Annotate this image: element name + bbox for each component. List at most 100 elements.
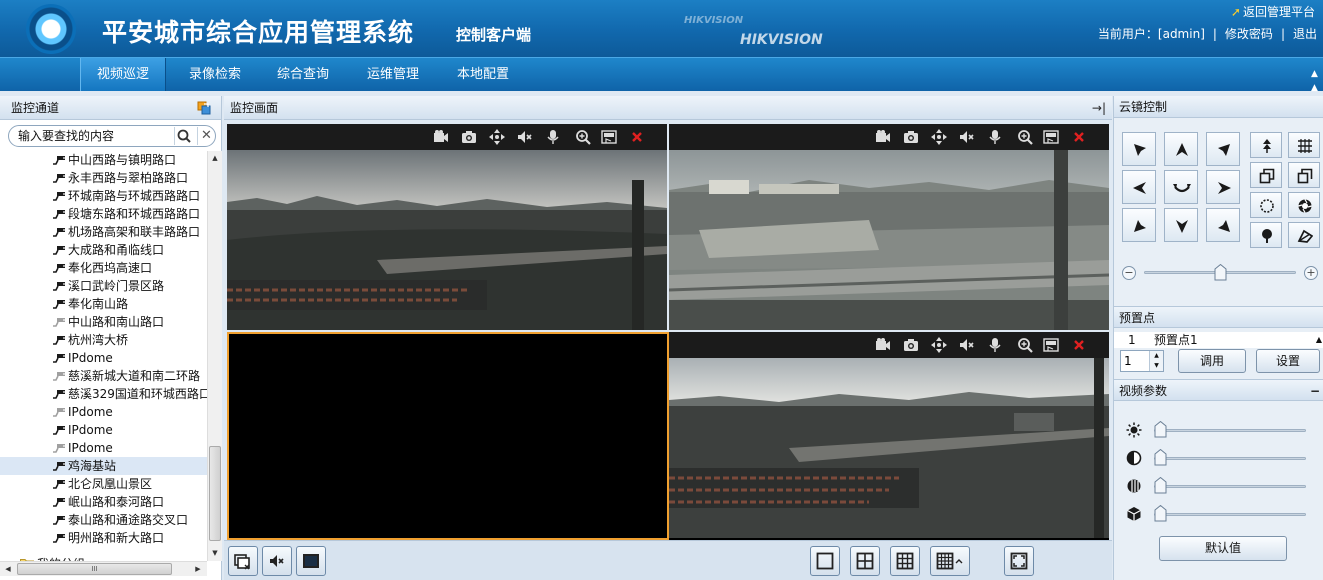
video-pane-4[interactable] [669,332,1109,540]
preset-list-row[interactable]: 1 预置点1 ▲ [1114,332,1323,348]
ptz-up-left-button[interactable] [1122,132,1156,166]
tree-vertical-scrollbar[interactable]: ▲ ▼ [207,151,222,561]
channel-item[interactable]: 段塘东路和环城西路路口 [0,205,207,223]
microphone-icon[interactable] [987,129,1003,145]
wiper-button[interactable] [1288,222,1320,248]
tree-horizontal-scrollbar[interactable]: ◀ III ▶ [0,561,207,576]
channel-item[interactable]: 慈溪329国道和环城西路口 [0,385,207,403]
ptz-up-right-button[interactable] [1206,132,1240,166]
channel-item[interactable]: IPdome [0,439,207,457]
logout-link[interactable]: 退出 [1293,27,1317,41]
channel-item[interactable]: 泰山路和通途路交叉口 [0,511,207,529]
saturation-track[interactable] [1154,485,1306,488]
ptz-speed-slider[interactable] [1214,264,1227,281]
snapshot-icon[interactable] [461,129,477,145]
reset-default-button[interactable]: 默认值 [1159,536,1287,561]
channel-item[interactable]: 鸡海基站 [0,457,207,475]
channel-item[interactable]: IPdome [0,349,207,367]
preset-number-input[interactable] [1124,353,1148,369]
close-icon[interactable] [1071,337,1087,353]
channel-item[interactable]: 机场路高架和联丰路路口 [0,223,207,241]
search-icon[interactable] [174,127,192,145]
digital-zoom-icon[interactable] [1017,129,1033,145]
record-icon[interactable] [875,129,891,145]
brightness-slider[interactable] [1154,421,1167,438]
collapse-right-icon[interactable]: →| [1092,96,1106,120]
ptz-down-button[interactable] [1164,208,1198,242]
layout-more-button[interactable] [930,546,970,576]
mute-icon[interactable] [959,337,975,353]
channel-item[interactable]: 明州路和新大路口 [0,529,207,547]
hue-track[interactable] [1154,513,1306,516]
ptz-control-icon[interactable] [489,129,505,145]
close-all-windows-button[interactable] [228,546,258,576]
menu-record-search[interactable]: 录像检索 [180,58,250,91]
channel-item[interactable]: 永丰西路与翠柏路路口 [0,169,207,187]
snapshot-icon[interactable] [903,337,919,353]
video-pane-3[interactable] [227,332,669,540]
scrollbar-thumb[interactable]: III [17,563,172,575]
snapshot-icon[interactable] [903,129,919,145]
hue-slider[interactable] [1154,505,1167,522]
ptz-right-button[interactable] [1206,170,1240,204]
focus-far-button[interactable] [1288,162,1320,188]
channel-item[interactable]: 奉化西坞高速口 [0,259,207,277]
layout-4-button[interactable] [850,546,880,576]
saturation-slider[interactable] [1154,477,1167,494]
mute-all-button[interactable] [262,546,292,576]
focus-near-button[interactable] [1250,162,1282,188]
mute-icon[interactable] [517,129,533,145]
channel-item[interactable]: IPdome [0,421,207,439]
video-pane-2[interactable] [669,124,1109,330]
clear-search-icon[interactable]: ✕ [197,127,215,145]
ptz-auto-scan-button[interactable] [1164,170,1198,204]
close-icon[interactable] [629,129,645,145]
collapse-icon[interactable]: − [1310,380,1320,402]
menu-video-patrol[interactable]: 视频巡逻 [80,58,166,91]
video-pane-1[interactable] [227,124,667,330]
call-preset-button[interactable]: 调用 [1178,349,1246,373]
3d-position-icon[interactable] [1043,129,1059,145]
zoom-in-button[interactable] [1250,132,1282,158]
zoom-out-button[interactable] [1288,132,1320,158]
refresh-icon[interactable] [197,101,211,115]
contrast-track[interactable] [1154,457,1306,460]
zoom-plus-icon[interactable]: + [1304,266,1318,280]
channel-item[interactable]: 慈溪新城大道和南二环路 [0,367,207,385]
ptz-control-icon[interactable] [931,337,947,353]
menu-operations[interactable]: 运维管理 [358,58,428,91]
channel-search-input[interactable] [18,128,166,144]
contrast-slider[interactable] [1154,449,1167,466]
mute-icon[interactable] [959,129,975,145]
ptz-control-icon[interactable] [931,129,947,145]
channel-item[interactable]: IPdome [0,403,207,421]
scroll-right-icon[interactable]: ▶ [193,564,203,574]
record-icon[interactable] [433,129,449,145]
fullscreen-mode-button[interactable] [296,546,326,576]
preset-list-scroll-icon[interactable]: ▲ [1316,332,1322,348]
layout-9-button[interactable] [890,546,920,576]
3d-position-icon[interactable] [601,129,617,145]
light-button[interactable] [1250,222,1282,248]
menu-query[interactable]: 综合查询 [268,58,338,91]
scrollbar-thumb[interactable] [209,446,221,541]
channel-item[interactable]: 岷山路和泰河路口 [0,493,207,511]
digital-zoom-icon[interactable] [1017,337,1033,353]
brightness-track[interactable] [1154,429,1306,432]
fullscreen-button[interactable] [1004,546,1034,576]
change-password-link[interactable]: 修改密码 [1225,27,1273,41]
channel-item[interactable]: 杭州湾大桥 [0,331,207,349]
return-to-management-link[interactable]: ➚ 返回管理平台 [1231,3,1315,20]
scroll-left-icon[interactable]: ◀ [3,564,13,574]
digital-zoom-icon[interactable] [575,129,591,145]
stepper-up-icon[interactable]: ▲ [1149,351,1163,361]
channel-item[interactable]: 北仑凤凰山景区 [0,475,207,493]
channel-item[interactable]: 大成路和甬临线口 [0,241,207,259]
ptz-left-button[interactable] [1122,170,1156,204]
set-preset-button[interactable]: 设置 [1256,349,1320,373]
channel-item[interactable]: 溪口武岭门景区路 [0,277,207,295]
iris-open-button[interactable] [1250,192,1282,218]
ptz-down-right-button[interactable] [1206,208,1240,242]
channel-item[interactable]: 中山西路与镇明路口 [0,151,207,169]
scroll-up-icon[interactable]: ▲ [210,153,220,163]
